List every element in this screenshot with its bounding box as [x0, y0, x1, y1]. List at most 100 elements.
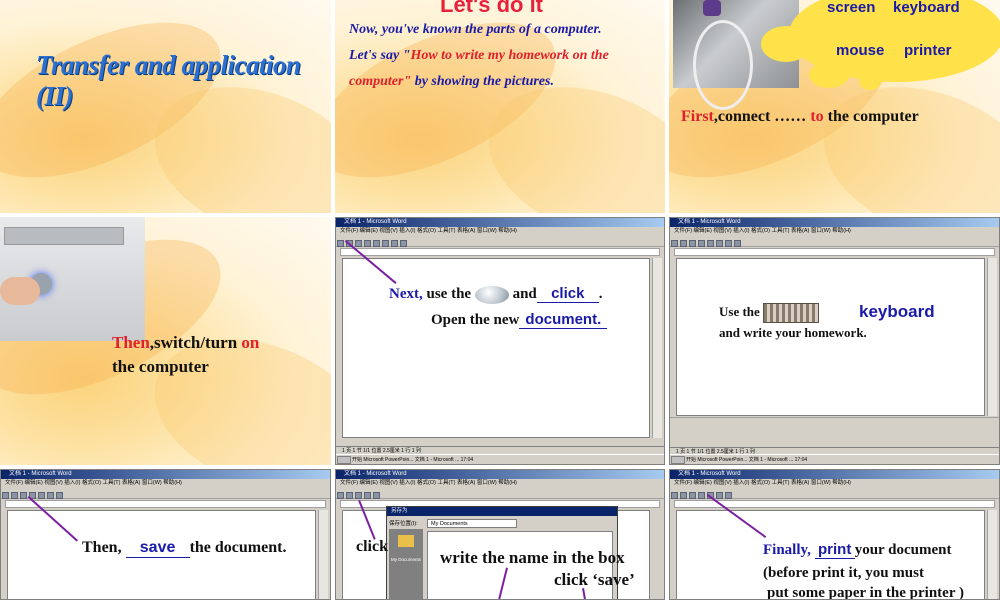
- new-doc-icon[interactable]: [671, 240, 678, 247]
- copy-icon[interactable]: [725, 240, 732, 247]
- word-menubar: 文件(F) 编辑(E) 视图(V) 插入(I) 格式(O) 工具(T) 表格(A…: [670, 227, 999, 236]
- cut-icon[interactable]: [716, 240, 723, 247]
- connect-sentence: First,connect …… to the computer: [681, 108, 919, 126]
- copy-icon[interactable]: [391, 240, 398, 247]
- windows-taskbar: 开始 Microsoft PowerPoin... 文档 1 - Microso…: [670, 454, 999, 464]
- print-sentence: Finally, print your document: [763, 541, 952, 559]
- word-toolbar: [336, 488, 664, 499]
- connect-end: the computer: [823, 108, 919, 125]
- save-icon[interactable]: [689, 492, 696, 499]
- start-button[interactable]: [337, 456, 351, 464]
- paste-icon[interactable]: [400, 240, 407, 247]
- preview-icon[interactable]: [707, 240, 714, 247]
- and-text: and: [512, 286, 537, 302]
- cloud-puff: [859, 74, 881, 90]
- mouse-icon: [474, 285, 509, 304]
- cloud-puff: [761, 26, 811, 62]
- then-text: Then,: [82, 539, 126, 556]
- cut-icon[interactable]: [716, 492, 723, 499]
- finally-word: Finally,: [763, 542, 815, 558]
- word-menubar: 文件(F) 编辑(E) 视图(V) 插入(I) 格式(O) 工具(T) 表格(A…: [1, 479, 330, 488]
- open-icon[interactable]: [11, 492, 18, 499]
- computer-photo: [0, 217, 145, 341]
- save-icon[interactable]: [20, 492, 27, 499]
- cut-icon[interactable]: [47, 492, 54, 499]
- then-word: Then: [112, 333, 150, 352]
- open-new-sentence: Open the new document.: [431, 311, 608, 329]
- word-toolbar: [670, 488, 999, 499]
- folder-icon[interactable]: [398, 535, 414, 547]
- print-icon[interactable]: [698, 492, 705, 499]
- open-new-text: Open the new: [431, 312, 520, 328]
- word-document[interactable]: Next, use the and click. Open the new docu…: [342, 258, 650, 438]
- word-toolbar: [336, 236, 664, 247]
- print-icon[interactable]: [698, 240, 705, 247]
- new-doc-icon[interactable]: [671, 492, 678, 499]
- places-my-documents[interactable]: My Documents: [389, 557, 423, 562]
- word-vertical-scrollbar[interactable]: [652, 258, 662, 438]
- save-icon[interactable]: [355, 492, 362, 499]
- word-toolbar: [1, 488, 330, 499]
- on-word: on: [241, 333, 260, 352]
- open-icon[interactable]: [346, 492, 353, 499]
- word-ruler: [340, 248, 660, 256]
- cloud-word-mouse: mouse: [836, 42, 885, 59]
- copy-icon[interactable]: [725, 492, 732, 499]
- parts-cloud: screen keyboard mouse printer: [761, 0, 1000, 90]
- word-titlebar: 文档 1 - Microsoft Word: [336, 470, 664, 479]
- print-icon[interactable]: [364, 240, 371, 247]
- new-doc-icon[interactable]: [337, 240, 344, 247]
- slide-word-open: 文档 1 - Microsoft Word 文件(F) 编辑(E) 视图(V) …: [335, 217, 665, 465]
- print-icon[interactable]: [364, 492, 371, 499]
- preview-icon[interactable]: [38, 492, 45, 499]
- paste-icon[interactable]: [734, 240, 741, 247]
- preview-icon[interactable]: [373, 240, 380, 247]
- slide-title: Transfer and application (II): [0, 0, 331, 213]
- save-icon[interactable]: [689, 240, 696, 247]
- drive-bay: [4, 227, 124, 245]
- save-in-label: 保存位置(I):: [389, 521, 418, 527]
- word-menubar: 文件(F) 编辑(E) 视图(V) 插入(I) 格式(O) 工具(T) 表格(A…: [336, 227, 664, 236]
- word-vertical-scrollbar[interactable]: [987, 510, 997, 599]
- cut-icon[interactable]: [382, 240, 389, 247]
- new-doc-icon[interactable]: [2, 492, 9, 499]
- word-titlebar: 文档 1 - Microsoft Word: [336, 218, 664, 227]
- period-text: .: [598, 286, 603, 302]
- intro-line-3: computer" by showing the pictures.: [349, 74, 554, 90]
- save-in-dropdown[interactable]: My Documents: [427, 519, 517, 528]
- copy-icon[interactable]: [56, 492, 63, 499]
- word-document[interactable]: Use the keyboard and write your homework…: [676, 258, 985, 416]
- word-menubar: 文件(F) 编辑(E) 视图(V) 插入(I) 格式(O) 工具(T) 表格(A…: [670, 479, 999, 488]
- connector-shape: [703, 0, 721, 16]
- word-document[interactable]: Finally, print your document (before prin…: [676, 510, 985, 599]
- cloud-word-keyboard: keyboard: [893, 0, 960, 16]
- finger-shape: [0, 277, 40, 305]
- start-button[interactable]: [671, 456, 685, 464]
- windows-taskbar: 开始 Microsoft PowerPoin... 文档 1 - Microso…: [336, 454, 664, 464]
- use-keyboard-sentence: Use the: [719, 303, 820, 323]
- keyboard-icon: [763, 303, 820, 323]
- slide-grid: Transfer and application (II) Let's do i…: [0, 0, 1000, 600]
- slide-connect: screen keyboard mouse printer First,conn…: [669, 0, 1000, 213]
- word-vertical-scrollbar[interactable]: [987, 258, 997, 416]
- next-word: Next,: [389, 286, 423, 302]
- word-menubar: 文件(F) 编辑(E) 视图(V) 插入(I) 格式(O) 工具(T) 表格(A…: [336, 479, 664, 488]
- paper-note-line-1: (before print it, you must: [763, 565, 924, 581]
- switch-line-1: Then,switch/turn on: [112, 333, 259, 353]
- drawing-toolbar: [670, 417, 999, 437]
- write-name-instruction: write the name in the box: [440, 548, 625, 567]
- word-vertical-scrollbar[interactable]: [318, 510, 328, 599]
- intro-line-2-prefix: Let's say ": [349, 48, 411, 63]
- first-word: First: [681, 108, 714, 125]
- word-document[interactable]: Then, save the document.: [7, 510, 316, 599]
- preview-icon[interactable]: [373, 492, 380, 499]
- keyboard-word: keyboard: [859, 302, 935, 322]
- click-save-instruction: click ‘save’: [554, 570, 635, 589]
- open-icon[interactable]: [680, 492, 687, 499]
- new-doc-icon[interactable]: [337, 492, 344, 499]
- open-icon[interactable]: [680, 240, 687, 247]
- word-statusbar: 1 页 1 节 1/1 位置 2.5厘米 1 行 1 列: [336, 446, 664, 454]
- to-word: to: [810, 108, 824, 125]
- save-icon[interactable]: [355, 240, 362, 247]
- places-bar: My Documents: [389, 529, 423, 599]
